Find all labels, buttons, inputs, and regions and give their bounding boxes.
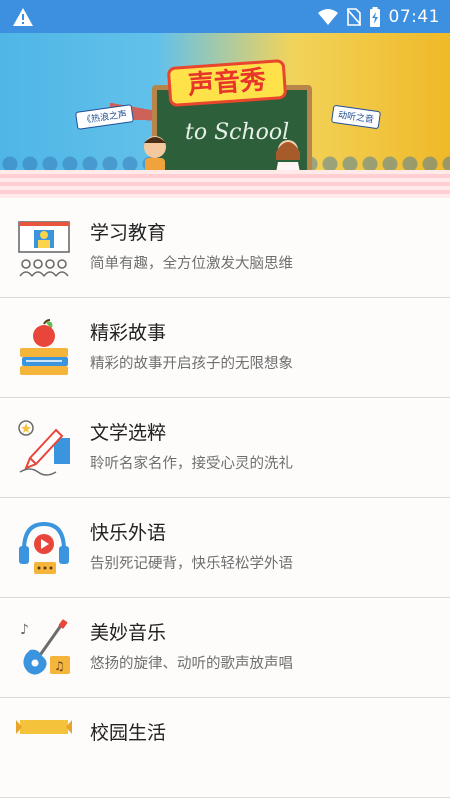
item-title: 学习教育 — [90, 222, 167, 244]
svg-text:♪: ♪ — [20, 622, 29, 638]
campus-banner-icon — [16, 720, 72, 734]
headphones-play-icon — [19, 521, 69, 574]
item-description: 聆听名家名作，接受心灵的洗礼 — [90, 456, 293, 472]
category-list: 学习教育 简单有趣，全方位激发大脑思维 精彩故事 精彩的故事开启孩子的无限想象 … — [0, 198, 450, 798]
banner-image[interactable]: to School 声音秀 《热浪之声 动听之音 — [0, 33, 450, 198]
wifi-icon — [317, 8, 338, 25]
writing-pen-icon — [18, 420, 70, 476]
apple-books-icon — [20, 319, 68, 375]
banner-right-tag: 动听之音 — [330, 104, 382, 130]
item-description: 悠扬的旋律、动听的歌声放声唱 — [90, 656, 293, 672]
item-title: 文学选粹 — [90, 422, 167, 444]
clock-time: 07:41 — [388, 6, 440, 27]
item-description: 精彩的故事开启孩子的无限想象 — [90, 356, 293, 372]
classroom-icon — [18, 221, 70, 277]
list-item-stories[interactable]: 精彩故事 精彩的故事开启孩子的无限想象 — [0, 298, 450, 398]
item-title: 快乐外语 — [90, 522, 167, 544]
item-title: 美妙音乐 — [90, 622, 167, 644]
no-sim-icon — [346, 7, 361, 26]
item-description: 告别死记硬背，快乐轻松学外语 — [90, 556, 293, 572]
list-item-languages[interactable]: 快乐外语 告别死记硬背，快乐轻松学外语 — [0, 498, 450, 598]
list-item-campus[interactable]: 校园生活 — [0, 698, 450, 798]
battery-charging-icon — [369, 6, 380, 27]
list-item-music[interactable]: ♪ ♫ 美妙音乐 悠扬的旋律、动听的歌声放声唱 — [0, 598, 450, 698]
warning-icon — [13, 8, 33, 26]
list-item-literature[interactable]: 文学选粹 聆听名家名作，接受心灵的洗礼 — [0, 398, 450, 498]
status-bar: 07:41 — [0, 0, 450, 33]
banner-left-tag: 《热浪之声 — [75, 104, 134, 130]
svg-text:♫: ♫ — [54, 659, 65, 673]
item-title: 校园生活 — [90, 722, 167, 744]
banner-title: 声音秀 — [166, 58, 288, 108]
item-description: 简单有趣，全方位激发大脑思维 — [90, 256, 293, 272]
item-title: 精彩故事 — [90, 322, 167, 344]
list-item-learning[interactable]: 学习教育 简单有趣，全方位激发大脑思维 — [0, 198, 450, 298]
banner-floor — [0, 170, 450, 198]
guitar-music-icon: ♪ ♫ — [20, 619, 70, 675]
